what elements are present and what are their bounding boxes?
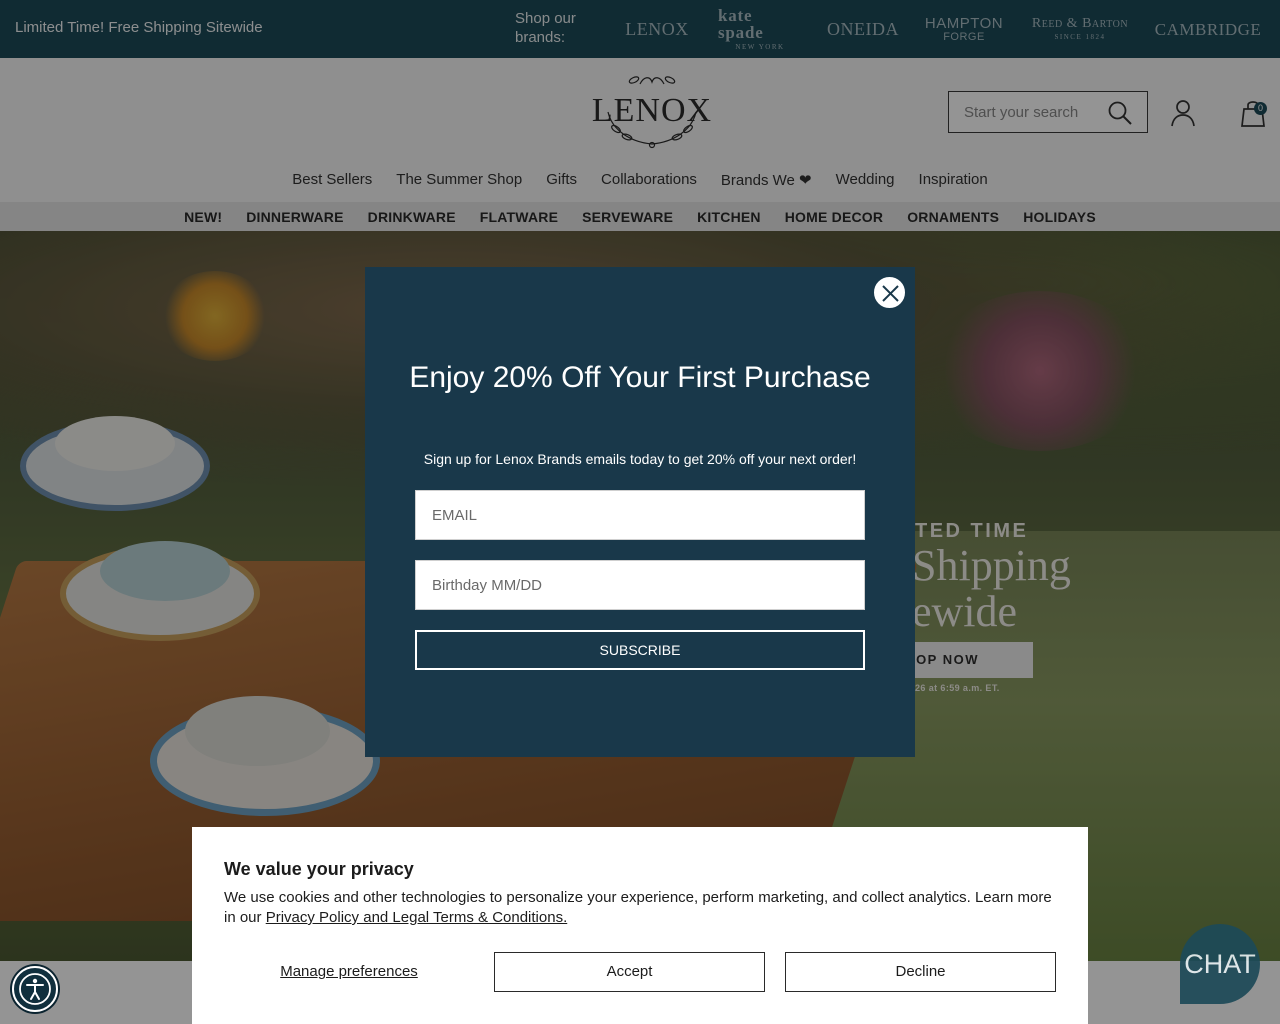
email-signup-modal: Enjoy 20% Off Your First Purchase Sign u… <box>365 267 915 757</box>
cookie-consent-banner: We value your privacy We use cookies and… <box>192 827 1088 1024</box>
accept-cookies-button[interactable]: Accept <box>494 952 765 992</box>
modal-subtitle: Sign up for Lenox Brands emails today to… <box>423 451 857 467</box>
subscribe-button[interactable]: SUBSCRIBE <box>415 630 865 670</box>
privacy-title: We value your privacy <box>224 859 414 879</box>
close-icon <box>882 285 899 302</box>
close-modal-button[interactable] <box>873 276 906 309</box>
accessibility-icon <box>19 973 51 1005</box>
email-field[interactable] <box>415 490 865 540</box>
chat-button[interactable]: CHAT <box>1180 924 1260 1004</box>
accessibility-button[interactable] <box>12 966 58 1012</box>
privacy-policy-link[interactable]: Privacy Policy and Legal Terms & Conditi… <box>266 909 568 926</box>
manage-preferences-link[interactable]: Manage preferences <box>224 952 474 992</box>
birthday-field[interactable] <box>415 560 865 610</box>
privacy-text: We use cookies and other technologies to… <box>224 888 1064 928</box>
modal-title: Enjoy 20% Off Your First Purchase <box>409 361 871 394</box>
decline-cookies-button[interactable]: Decline <box>785 952 1056 992</box>
